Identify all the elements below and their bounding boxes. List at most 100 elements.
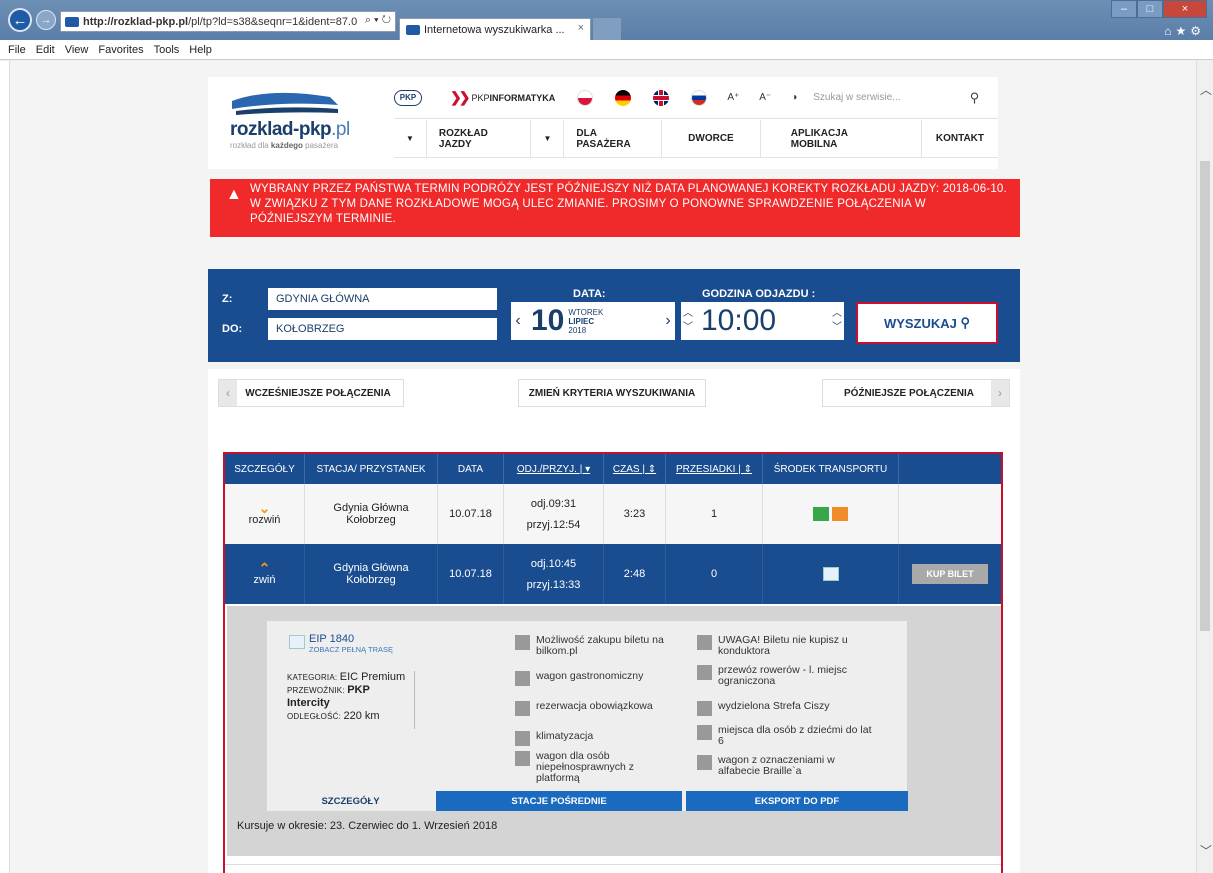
- from-input[interactable]: GDYNIA GŁÓWNA: [268, 288, 497, 310]
- tab-export-pdf[interactable]: EKSPORT DO PDF: [686, 791, 908, 811]
- details-tabs: SZCZEGÓŁY STACJE POŚREDNIE EKSPORT DO PD…: [267, 791, 908, 811]
- search-button-icon: ⚲: [960, 315, 971, 330]
- forward-icon[interactable]: →: [36, 10, 56, 30]
- menu-edit[interactable]: Edit: [36, 44, 55, 56]
- tab-intermediate-stations[interactable]: STACJE POŚREDNIE: [436, 791, 682, 811]
- home-favorites-settings-icons[interactable]: ⌂★⚙: [1164, 24, 1205, 38]
- flag-de-icon[interactable]: [615, 89, 632, 106]
- table-row[interactable]: ⌃ zwiń Gdynia Główna Kołobrzeg 10.07.18 od…: [225, 544, 1001, 604]
- pkp-logo-icon[interactable]: PKP: [394, 89, 422, 106]
- col-dep-arr[interactable]: ODJ./PRZYJ. | ▾: [504, 454, 604, 484]
- col-changes[interactable]: PRZESIADKI | ⇕: [666, 454, 763, 484]
- eip-train-icon: [822, 567, 839, 581]
- nav-dworce[interactable]: DWORCE: [662, 119, 761, 158]
- to-input[interactable]: KOŁOBRZEG: [268, 318, 497, 340]
- info-icon: [697, 635, 712, 650]
- nav-aplikacja[interactable]: APLIKACJA MOBILNA: [761, 119, 922, 158]
- tab-title: Internetowa wyszukiwarka ...: [424, 23, 565, 36]
- search-button[interactable]: WYSZUKAJ ⚲: [856, 302, 998, 344]
- col-buy: [899, 454, 1001, 484]
- address-bar[interactable]: http://rozklad-pkp.pl/pl/tp?ld=s38&seqnr…: [60, 11, 396, 32]
- scroll-down-icon[interactable]: ﹀: [1200, 842, 1212, 859]
- hour-stepper-left-icon[interactable]: ︿ ﹀: [681, 307, 695, 335]
- chevron-down-icon: ⌄: [258, 500, 271, 516]
- font-increase-button[interactable]: A⁺: [727, 92, 739, 103]
- left-edge: [0, 61, 10, 873]
- time-cell: 2:48: [604, 544, 666, 604]
- nav-dropdown-icon-2[interactable]: ▼: [531, 119, 565, 158]
- nav-dropdown-icon[interactable]: ▼: [394, 119, 427, 158]
- earlier-connections-button[interactable]: ‹ WCZEŚNIEJSZE POŁĄCZENIA: [218, 379, 404, 407]
- back-icon[interactable]: ←: [8, 8, 32, 32]
- logo-wordmark[interactable]: rozklad-pkp.pl: [230, 119, 350, 141]
- train-logo-icon[interactable]: [230, 87, 340, 115]
- col-time[interactable]: CZAS | ⇕: [604, 454, 666, 484]
- date-label: DATA:: [573, 288, 606, 300]
- buy-ticket-button[interactable]: KUP BILET: [912, 564, 988, 584]
- new-tab-button[interactable]: [593, 18, 621, 40]
- flag-gb-icon[interactable]: [653, 89, 670, 106]
- expand-toggle[interactable]: ⌄ rozwiń: [225, 484, 305, 544]
- full-route-link[interactable]: ZOBACZ PEŁNĄ TRASĘ: [309, 645, 393, 654]
- browser-tab[interactable]: Internetowa wyszukiwarka ... ×: [399, 18, 591, 40]
- phone-icon: [515, 635, 530, 650]
- hour-value[interactable]: 10:00: [695, 304, 830, 338]
- change-criteria-button[interactable]: ZMIEŃ KRYTERIA WYSZUKIWANIA: [518, 379, 706, 407]
- menu-favorites[interactable]: Favorites: [98, 44, 143, 56]
- close-tab-icon[interactable]: ×: [578, 22, 584, 34]
- later-connections-button[interactable]: PÓŹNIEJSZE POŁĄCZENIA ›: [822, 379, 1010, 407]
- hour-stepper-right-icon[interactable]: ︿ ﹀: [830, 307, 844, 335]
- nav-dla-pasazera[interactable]: DLA PASAŻERA: [564, 119, 663, 158]
- scrollbar[interactable]: ︿ ﹀: [1196, 61, 1213, 873]
- flag-pl-icon[interactable]: [577, 89, 594, 106]
- details-box: EIP 1840 ZOBACZ PEŁNĄ TRASĘ KATEGORIA: EI…: [267, 621, 907, 811]
- prev-date-icon[interactable]: ‹: [511, 312, 525, 330]
- site-favicon-icon: [65, 16, 79, 27]
- collapse-toggle[interactable]: ⌃ zwiń: [225, 544, 305, 604]
- contrast-icon[interactable]: ◑: [791, 92, 797, 103]
- site-header: rozklad-pkp.pl rozkład dla każdego pasaż…: [208, 77, 998, 169]
- changes-cell: 1: [666, 484, 763, 544]
- later-arrow-icon: ›: [991, 380, 1009, 406]
- window-controls: – □ ×: [1111, 0, 1207, 18]
- url-domain: http://rozklad-pkp.pl: [83, 15, 189, 28]
- train-name: EIP 1840 ZOBACZ PEŁNĄ TRASĘ: [309, 633, 394, 654]
- search-icon[interactable]: ⚲: [970, 90, 980, 106]
- snowflake-icon: [515, 731, 530, 746]
- site-search-input[interactable]: Szukaj w serwisie... ⚲: [813, 86, 983, 110]
- scroll-up-icon[interactable]: ︿: [1200, 81, 1212, 98]
- flag-ru-icon[interactable]: [691, 89, 708, 106]
- close-window-icon[interactable]: ×: [1163, 0, 1207, 18]
- feature-children: miejsca dla osób z dziećmi do lat 6: [697, 725, 877, 747]
- table-row[interactable]: ⌄ rozwiń Gdynia Główna Kołobrzeg 10.07.18 …: [225, 484, 1001, 544]
- nav-kontakt[interactable]: KONTAKT: [922, 120, 998, 158]
- next-date-icon[interactable]: ›: [661, 312, 675, 330]
- browser-titlebar: ← → http://rozklad-pkp.pl/pl/tp?ld=s38&s…: [0, 0, 1213, 40]
- buy-cell: KUP BILET: [899, 544, 1001, 604]
- menu-help[interactable]: Help: [189, 44, 212, 56]
- feature-quiet: wydzielona Strefa Ciszy: [697, 701, 877, 716]
- changes-cell: 0: [666, 544, 763, 604]
- url-path: /pl/tp?ld=s38&seqnr=1&ident=87.0: [188, 15, 358, 28]
- search-refresh-icon[interactable]: ⌕ ▾ ↻: [365, 14, 391, 27]
- maximize-icon[interactable]: □: [1137, 0, 1163, 18]
- pkp-informatyka-logo[interactable]: ❯❯ PKP INFORMATYKA: [450, 89, 555, 106]
- menu-view[interactable]: View: [65, 44, 89, 56]
- minimize-icon[interactable]: –: [1111, 0, 1137, 18]
- tab-details[interactable]: SZCZEGÓŁY: [267, 791, 434, 811]
- col-details: SZCZEGÓŁY: [225, 454, 305, 484]
- transport-cell: [763, 544, 899, 604]
- menu-tools[interactable]: Tools: [154, 44, 180, 56]
- date-picker: ‹ 10 WTOREK LIPIEC 2018 ›: [511, 302, 675, 340]
- scroll-thumb[interactable]: [1200, 161, 1210, 631]
- menu-file[interactable]: File: [8, 44, 26, 56]
- date-day[interactable]: 10: [531, 306, 564, 336]
- service-period: Kursuje w okresie: 23. Czerwiec do 1. Wr…: [237, 820, 498, 832]
- col-transport: ŚRODEK TRANSPORTU: [763, 454, 899, 484]
- feature-no-conductor: UWAGA! Biletu nie kupisz u konduktora: [697, 635, 877, 657]
- nav-rozklad-jazdy[interactable]: ROZKŁAD JAZDY: [427, 119, 532, 158]
- reservation-icon: [515, 701, 530, 716]
- connection-details: EIP 1840 ZOBACZ PEŁNĄ TRASĘ KATEGORIA: EI…: [227, 606, 1001, 856]
- feature-bikes: przewóz rowerów - l. miejsc ograniczona: [697, 665, 877, 687]
- font-decrease-button[interactable]: A⁻: [759, 92, 771, 103]
